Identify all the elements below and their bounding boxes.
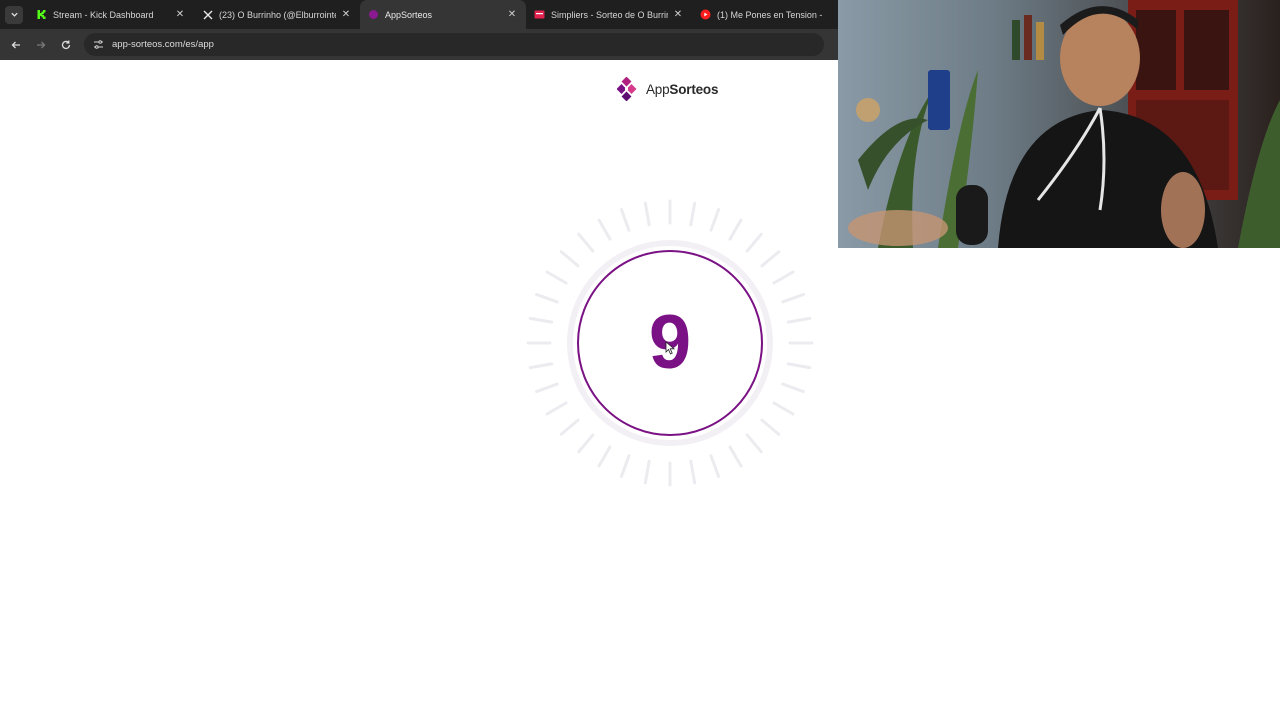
appsorteos-logo[interactable]: AppSorteos (617, 77, 718, 101)
tab-title: AppSorteos (385, 9, 433, 20)
tab-simpliers[interactable]: Simpliers - Sorteo de O Burrinho ✕ (526, 0, 692, 29)
address-text: app-sorteos.com/es/app (112, 39, 214, 50)
streamer-webcam-image (838, 0, 1280, 248)
tab-title: (23) O Burrinho (@Elburrointel) (219, 9, 336, 20)
kick-icon (36, 9, 47, 20)
forward-arrow-icon (36, 41, 45, 48)
tab-kick-dashboard[interactable]: Stream - Kick Dashboard ✕ (28, 0, 194, 29)
appsorteos-icon (368, 9, 379, 20)
chevron-down-icon (5, 5, 23, 24)
logo-text: AppSorteos (646, 82, 718, 97)
appsorteos-logo-icon (617, 77, 637, 101)
close-icon[interactable]: ✕ (174, 9, 186, 21)
tab-x-profile[interactable]: (23) O Burrinho (@Elburrointel) ✕ (194, 0, 360, 29)
reload-icon (61, 40, 70, 49)
back-arrow-icon (11, 41, 20, 48)
close-icon[interactable]: ✕ (340, 9, 352, 21)
tab-title: Simpliers - Sorteo de O Burrinho (551, 9, 668, 20)
logo-text-bold: Sorteos (669, 81, 719, 97)
close-icon[interactable]: ✕ (672, 9, 684, 21)
simpliers-icon (534, 9, 545, 20)
tab-search-button[interactable] (0, 0, 28, 29)
youtube-icon (700, 9, 711, 20)
x-icon (202, 9, 213, 20)
close-icon[interactable]: ✕ (506, 9, 518, 21)
tab-appsorteos[interactable]: AppSorteos ✕ (360, 0, 526, 29)
logo-text-prefix: App (646, 81, 670, 97)
reload-button[interactable] (53, 32, 78, 57)
address-bar[interactable]: app-sorteos.com/es/app (84, 33, 824, 56)
tab-title: Stream - Kick Dashboard (53, 9, 154, 20)
site-settings-icon[interactable] (90, 37, 106, 53)
screen: Stream - Kick Dashboard ✕ (23) O Burrinh… (0, 0, 1280, 720)
webcam-overlay (838, 0, 1280, 248)
mouse-cursor-icon (665, 341, 676, 355)
back-button[interactable] (3, 32, 28, 57)
tab-youtube[interactable]: (1) Me Pones en Tension - (692, 0, 858, 29)
countdown: 9 (520, 193, 820, 493)
forward-button[interactable] (28, 32, 53, 57)
tab-title: (1) Me Pones en Tension - (717, 9, 823, 20)
